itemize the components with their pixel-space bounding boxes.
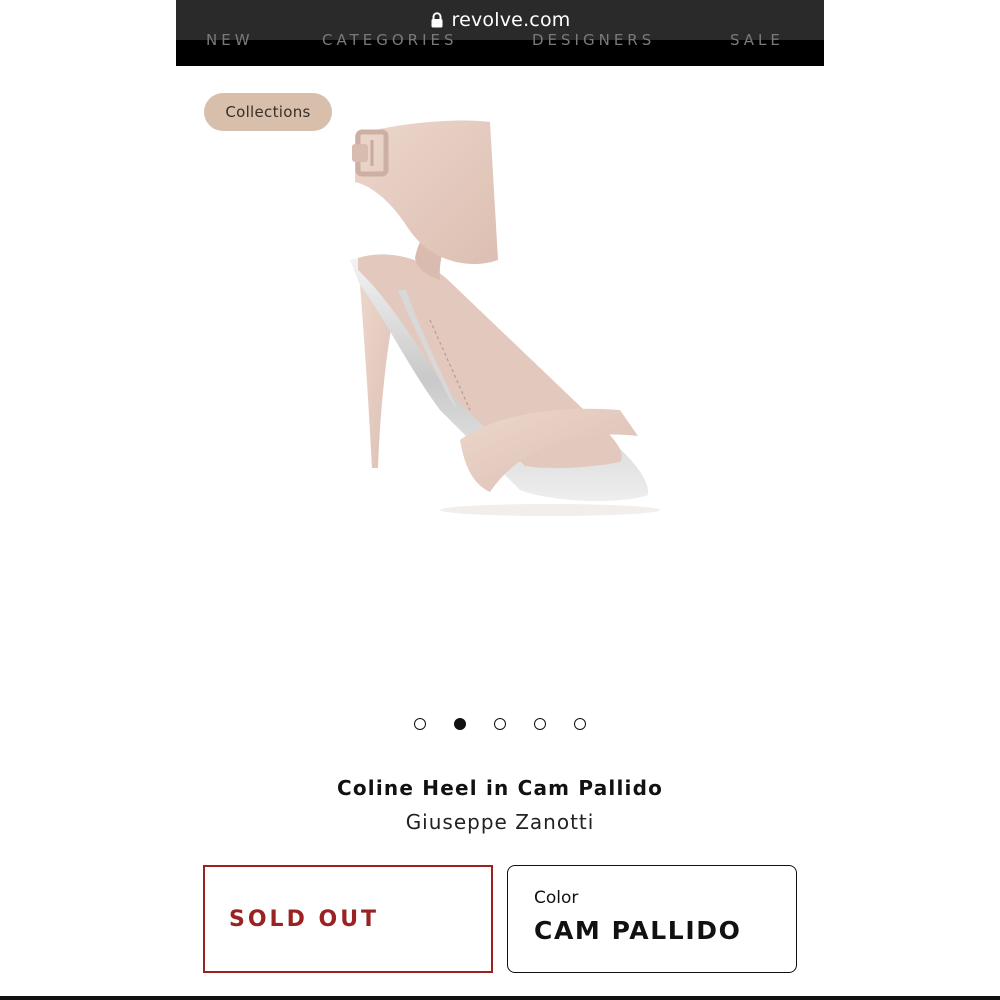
product-title: Coline Heel in Cam Pallido [336, 776, 664, 800]
bottom-divider [0, 996, 1000, 1000]
carousel-dot-2[interactable] [454, 718, 466, 730]
nav-item-designers[interactable]: DESIGNERS [532, 31, 655, 49]
collections-button[interactable]: Collections [204, 93, 332, 131]
sold-out-box[interactable]: SOLD OUT [203, 865, 493, 973]
product-brand[interactable]: Giuseppe Zanotti [0, 810, 1000, 834]
color-selector[interactable]: Color CAM PALLIDO [507, 865, 797, 973]
collections-label: Collections [225, 103, 311, 121]
carousel-dot-3[interactable] [494, 718, 506, 730]
color-value: CAM PALLIDO [534, 916, 742, 945]
carousel-dot-5[interactable] [574, 718, 586, 730]
url-text: revolve.com [451, 9, 571, 31]
sandal-image[interactable] [320, 110, 680, 530]
nav-item-new[interactable]: NEW [206, 31, 254, 49]
sold-out-label: SOLD OUT [229, 906, 380, 932]
nav-item-categories[interactable]: CATEGORIES [322, 31, 458, 49]
browser-bar: revolve.com NEW CATEGORIES DESIGNERS SAL… [176, 0, 824, 66]
url-bar[interactable]: revolve.com [176, 0, 824, 40]
carousel-dot-1[interactable] [414, 718, 426, 730]
carousel-dots [400, 716, 600, 734]
product-page: revolve.com NEW CATEGORIES DESIGNERS SAL… [0, 0, 1000, 1000]
site-nav: NEW CATEGORIES DESIGNERS SALE [176, 31, 824, 66]
carousel-dot-4[interactable] [534, 718, 546, 730]
nav-item-sale[interactable]: SALE [730, 31, 784, 49]
lock-icon [431, 12, 442, 28]
color-label: Color [534, 888, 579, 908]
